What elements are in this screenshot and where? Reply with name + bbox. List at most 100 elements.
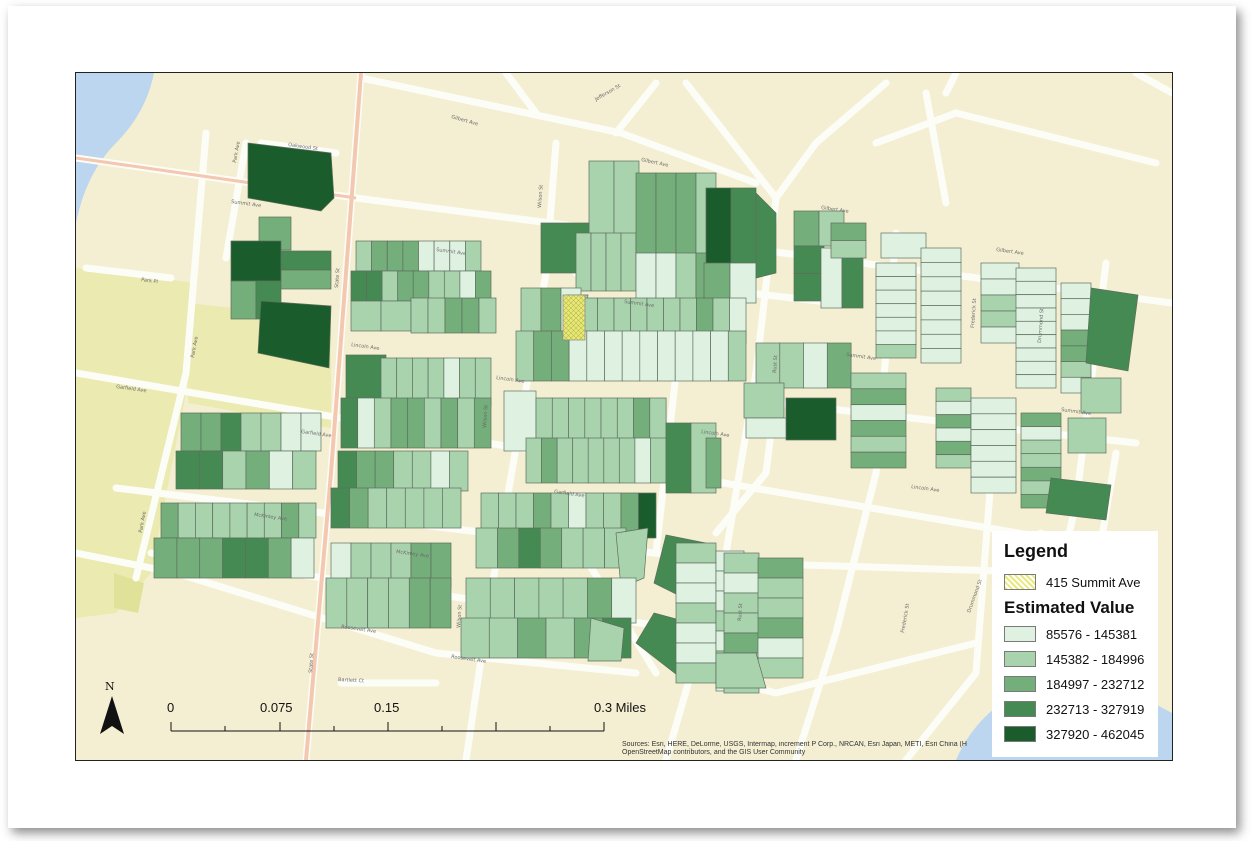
parcel — [1060, 282, 1092, 300]
legend-swatch — [1004, 676, 1036, 692]
parcel — [551, 397, 569, 444]
parcel — [280, 412, 302, 452]
street — [772, 139, 820, 202]
parcel — [935, 440, 972, 455]
parcel — [412, 270, 430, 302]
parcel — [374, 450, 395, 492]
parcel — [1045, 477, 1112, 521]
parcel — [195, 502, 213, 539]
parcel — [875, 303, 917, 318]
parcel — [1015, 360, 1057, 375]
parcel — [160, 502, 179, 539]
parcel — [222, 450, 247, 490]
parcel — [440, 397, 459, 449]
parcel — [757, 637, 804, 659]
parcel — [743, 382, 785, 419]
parcel — [539, 527, 563, 569]
street-label: Frederick St — [970, 298, 978, 328]
parcel — [337, 450, 357, 492]
parcel — [517, 617, 547, 659]
north-arrow-icon — [100, 696, 124, 734]
parcel — [703, 262, 731, 304]
parcel — [675, 562, 717, 584]
parcel — [785, 397, 837, 441]
parcel — [153, 537, 178, 579]
parcel — [346, 577, 368, 629]
parcel — [1060, 329, 1092, 347]
parcel — [675, 172, 697, 259]
parcel — [675, 642, 717, 664]
parcel — [675, 582, 717, 604]
parcel — [199, 537, 223, 579]
parcel — [850, 451, 907, 469]
parcel — [665, 422, 692, 494]
parcel — [639, 330, 658, 382]
parcel — [830, 222, 867, 241]
street — [1132, 73, 1172, 97]
parcel — [793, 210, 820, 247]
street-label: State St — [334, 268, 341, 288]
parcel — [393, 450, 413, 492]
street-label: Wilson St — [537, 185, 545, 209]
parcel — [727, 330, 747, 382]
parcel — [830, 240, 867, 259]
parcel — [267, 537, 292, 579]
street — [922, 89, 950, 207]
parcel — [1015, 374, 1057, 389]
parcel — [875, 330, 917, 345]
parcel — [980, 294, 1020, 312]
parcel — [176, 537, 201, 579]
parcel — [386, 487, 406, 529]
parcel — [635, 172, 657, 259]
parcel — [757, 577, 804, 599]
parcel — [407, 397, 425, 449]
legend-swatch — [1004, 626, 1036, 642]
parcel — [705, 187, 732, 269]
crosshatch-swatch-icon — [1004, 574, 1036, 590]
parcel — [880, 232, 927, 259]
subject-parcel-415-summit-ave[interactable] — [562, 294, 586, 341]
parcel — [230, 280, 257, 320]
parcel — [1015, 347, 1057, 362]
parcel — [779, 342, 804, 389]
parcel — [386, 240, 404, 272]
parcel — [875, 262, 917, 277]
parcel — [367, 577, 389, 629]
legend-class-row: 145382 - 184996 — [1004, 650, 1144, 668]
parcel — [200, 412, 222, 452]
parcel — [1015, 307, 1057, 322]
parcel — [430, 450, 450, 492]
street — [812, 79, 890, 147]
street-label: Jefferson St — [593, 83, 622, 103]
parcel — [655, 252, 677, 302]
parcel — [1015, 334, 1057, 349]
parcel — [562, 577, 588, 624]
parcel — [568, 397, 586, 444]
scale-bar: 0 0.075 0.15 0.3 Miles — [160, 700, 646, 740]
parcel — [198, 450, 223, 490]
parcel — [875, 276, 917, 291]
legend-class-row: 327920 - 462045 — [1004, 725, 1144, 743]
parcel — [230, 240, 282, 282]
parcel — [247, 142, 335, 212]
parcel — [260, 412, 282, 452]
parcel — [411, 450, 432, 492]
parcel — [408, 577, 431, 629]
parcel — [457, 397, 475, 449]
river-water — [76, 73, 154, 223]
parcel — [935, 427, 972, 442]
parcel — [423, 397, 442, 449]
legend-class-label: 327920 - 462045 — [1046, 726, 1145, 742]
parcel — [1020, 412, 1062, 427]
parcel — [380, 300, 412, 332]
parcel — [280, 250, 332, 271]
parcel — [525, 437, 542, 484]
legend-class-row: 85576 - 145381 — [1004, 625, 1137, 643]
parcel — [1020, 426, 1062, 441]
parcel — [826, 342, 852, 389]
parcel — [875, 289, 917, 305]
parcel — [518, 527, 541, 569]
legend-class-label: 184997 - 232712 — [1046, 676, 1145, 692]
parcel — [556, 437, 574, 484]
parcel — [488, 617, 518, 659]
